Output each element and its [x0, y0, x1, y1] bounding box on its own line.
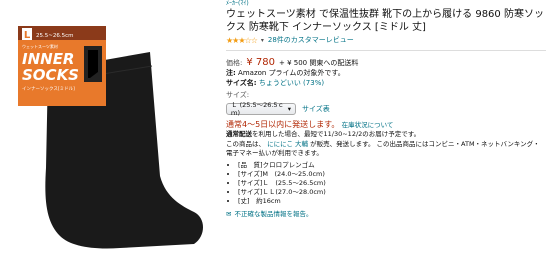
chevron-down-icon: ▾: [287, 105, 291, 114]
report-row: ✉ 不正確な製品情報を報告。: [226, 210, 546, 219]
review-count-link[interactable]: 28件のカスタマーレビュー: [268, 36, 354, 45]
delivery-bold: 通常配送: [226, 130, 252, 139]
size-select-row: Ｌ (25.5～26.5ｃｍ) ▾ サイズ表: [226, 101, 546, 117]
brand-link[interactable]: ﾒｰｶｰ(ﾏｲ): [226, 0, 546, 8]
price-value: ¥ 780: [246, 57, 275, 68]
size-chart-link[interactable]: サイズ表: [302, 105, 330, 114]
seller-link-2[interactable]: 大輔: [295, 140, 308, 148]
size-label: サイズ:: [226, 91, 250, 99]
list-item: [サイズ]Ｌ (25.5～26.5cm): [238, 179, 546, 188]
notice-label: 注:: [226, 69, 236, 77]
price-label: 価格:: [226, 59, 243, 67]
list-item: [サイズ]M (24.0～25.0cm): [238, 170, 546, 179]
size-fit-row: サイズ名: ちょうどいい (73%): [226, 79, 546, 89]
package-subtitle: ウェットスーツ素材: [22, 43, 58, 49]
availability-text: 通常4～5日以内に発送します。: [226, 120, 340, 130]
stock-info-link[interactable]: 在庫状況について: [342, 121, 394, 129]
size-select-value: Ｌ (25.5～26.5ｃｍ): [231, 100, 285, 118]
rating-row: ★★★☆☆ ▾ 28件のカスタマーレビュー: [226, 36, 546, 46]
product-info: ﾒｰｶｰ(ﾏｲ) ウェットスーツ素材 で保温性抜群 靴下の上から履ける 9860…: [226, 0, 546, 219]
list-item: [丈] 約16cm: [238, 197, 546, 206]
seller-prefix: この商品は、: [226, 140, 265, 149]
product-title: ウェットスーツ素材 で保温性抜群 靴下の上から履ける 9860 防寒ソックス 防…: [226, 9, 544, 33]
product-photo: L 25.5~26.5cm ウェットスーツ素材 INNER SOCKS インナー…: [18, 26, 204, 249]
delivery-estimate: 通常配送を利用した場合、最短で11/30~12/2のお届け予定です。: [226, 130, 546, 140]
delivery-text: を利用した場合、最短で11/30~12/2のお届け予定です。: [252, 130, 421, 139]
chevron-down-icon[interactable]: ▾: [261, 37, 264, 45]
rating-stars[interactable]: ★★★☆☆: [226, 36, 258, 47]
list-item: [サイズ]ＬＬ(27.0～28.0cm): [238, 188, 546, 197]
price-row: 価格: ¥ 780 + ¥ 500 関東への配送料: [226, 56, 546, 69]
shipping-fee: + ¥ 500 関東への配送料: [279, 59, 359, 67]
list-item: [品 質]クロロプレンゴム: [238, 161, 546, 170]
availability-row: 通常4～5日以内に発送します。 在庫状況について: [226, 120, 546, 130]
message-icon: ✉: [226, 209, 232, 218]
size-text: 25.5~26.5cm: [36, 33, 73, 39]
feature-list: [品 質]クロロプレンゴム [サイズ]M (24.0～25.0cm) [サイズ]…: [226, 161, 546, 206]
size-fit-link[interactable]: ちょうどいい (73%): [259, 79, 324, 87]
report-link[interactable]: 不正確な製品情報を報告。: [234, 210, 312, 219]
size-select[interactable]: Ｌ (25.5～26.5ｃｍ) ▾: [226, 101, 296, 117]
product-image[interactable]: L 25.5~26.5cm ウェットスーツ素材 INNER SOCKS インナー…: [0, 0, 222, 250]
notice-text: Amazon プライムの対象外です。: [238, 69, 345, 77]
package-card: L 25.5~26.5cm ウェットスーツ素材 INNER SOCKS インナー…: [18, 26, 106, 106]
prime-notice: 注: Amazon プライムの対象外です。: [226, 69, 546, 79]
size-letter: L: [24, 30, 31, 41]
package-desc: インナーソックス[ミドル]: [22, 86, 75, 92]
seller-link[interactable]: にににこ: [267, 140, 293, 148]
divider: [226, 50, 546, 51]
size-name-label: サイズ名:: [226, 79, 257, 87]
seller-info: この商品は、 にににこ 大輔 が販売、発送します。 この出品商品にはコンビニ・A…: [226, 140, 546, 158]
logo-line2: SOCKS: [22, 66, 79, 84]
